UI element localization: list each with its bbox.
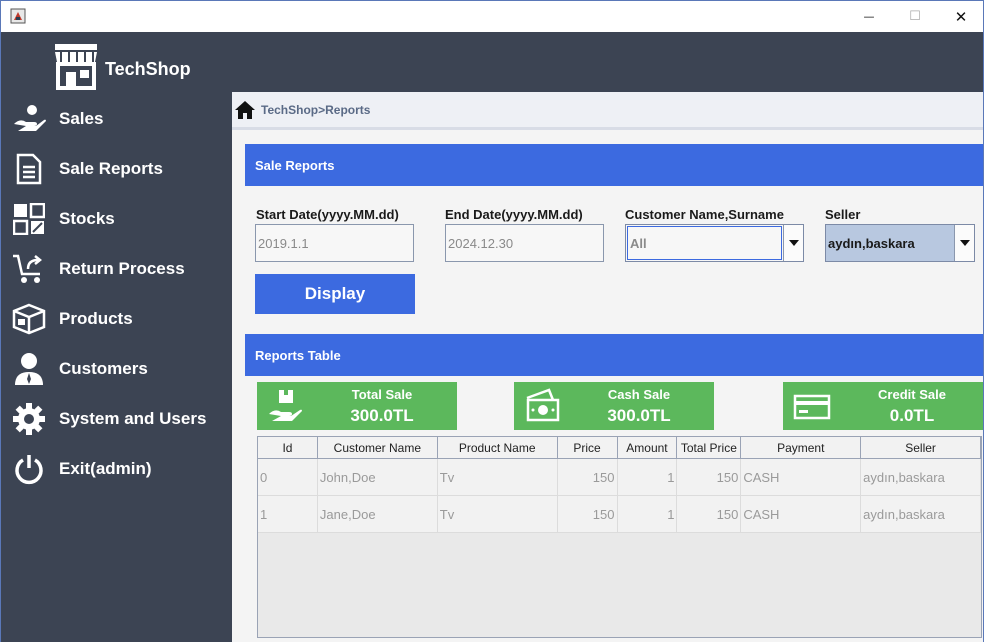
sidebar-item-exit[interactable]: Exit(admin) [11,449,226,489]
column-header-product-name[interactable]: Product Name [437,437,558,459]
breadcrumb: TechShop>Reports [232,92,983,130]
cell-seller: aydın,baskara [861,459,981,496]
home-icon[interactable] [234,99,256,121]
column-header-payment[interactable]: Payment [741,437,862,459]
cash-icon [526,388,560,422]
seller-select[interactable]: aydın,baskara [825,224,975,262]
cash-sale-title: Cash Sale [607,387,671,402]
seller-select-value: aydın,baskara [826,225,954,261]
customer-select[interactable]: All [625,224,804,262]
start-date-label: Start Date(yyyy.MM.dd) [256,207,399,222]
credit-sale-title: Credit Sale [878,387,946,402]
credit-sale-card: Credit Sale 0.0TL [783,382,983,430]
seller-dropdown-button[interactable] [954,225,974,261]
customer-label: Customer Name,Surname [625,207,784,222]
minimize-icon: — [863,10,875,23]
breadcrumb-text[interactable]: TechShop>Reports [261,103,370,117]
grid-boxes-icon [11,201,47,237]
table-row[interactable]: 0 John,Doe Tv 150 1 150 CASH aydın,baska… [258,459,981,496]
table-header-row: Id Customer Name Product Name Price Amou… [258,437,981,459]
java-app-icon [10,8,26,24]
store-icon [55,44,97,90]
sidebar-item-label: Return Process [59,259,185,278]
start-date-field[interactable]: 2019.1.1 [255,224,414,262]
sidebar-item-sales[interactable]: Sales [11,99,226,139]
end-date-field[interactable]: 2024.12.30 [445,224,604,262]
cell-id: 1 [258,496,318,533]
cell-total-price: 150 [677,496,742,533]
maximize-button[interactable]: ☐ [892,1,938,32]
credit-sale-value: 0.0TL [889,406,935,425]
close-icon: ✕ [954,7,968,26]
main-content: TechShop>Reports Sale Reports Start Date… [232,92,983,642]
brand: TechShop [53,42,191,90]
document-icon [11,151,47,187]
cell-customer-name: Jane,Doe [317,496,438,533]
sidebar-item-sale-reports[interactable]: Sale Reports [11,149,226,189]
cart-return-icon [11,251,47,287]
sidebar: TechShop Sales Sale Reports Stocks Retur… [1,32,232,642]
cell-amount: 1 [617,496,678,533]
cell-price: 150 [557,496,618,533]
brand-name: TechShop [105,58,191,79]
sidebar-item-stocks[interactable]: Stocks [11,199,226,239]
reports-table[interactable]: Id Customer Name Product Name Price Amou… [257,436,982,638]
column-header-customer-name[interactable]: Customer Name [317,437,438,459]
power-icon [11,451,47,487]
sidebar-item-customers[interactable]: Customers [11,349,226,389]
column-header-price[interactable]: Price [557,437,618,459]
sidebar-item-system-and-users[interactable]: System and Users [11,399,226,439]
chevron-down-icon [788,240,799,246]
sidebar-item-products[interactable]: Products [11,299,226,339]
cell-total-price: 150 [677,459,742,496]
cell-customer-name: John,Doe [317,459,438,496]
cell-payment: CASH [741,459,862,496]
column-header-id[interactable]: Id [258,437,318,459]
close-button[interactable]: ✕ [938,1,984,32]
sale-reports-header: Sale Reports [245,144,983,186]
sidebar-item-label: Products [59,309,133,328]
column-header-amount[interactable]: Amount [617,437,678,459]
cell-id: 0 [258,459,318,496]
end-date-label: End Date(yyyy.MM.dd) [445,207,583,222]
column-header-total-price[interactable]: Total Price [677,437,742,459]
cell-product-name: Tv [437,459,558,496]
cash-sale-value: 300.0TL [607,406,671,425]
cell-payment: CASH [741,496,862,533]
sidebar-item-label: Exit(admin) [59,459,152,478]
cell-product-name: Tv [437,496,558,533]
minimize-button[interactable]: — [846,1,892,32]
top-strip [232,32,983,92]
person-icon [11,351,47,387]
display-button[interactable]: Display [255,274,415,314]
chevron-down-icon [959,240,970,246]
sidebar-item-label: Sales [59,109,104,128]
sidebar-item-label: Sale Reports [59,159,163,178]
box-icon [11,301,47,337]
sidebar-item-label: System and Users [59,409,207,428]
cell-price: 150 [557,459,618,496]
sidebar-item-label: Stocks [59,209,115,228]
title-bar: — ☐ ✕ [1,1,983,32]
total-sale-value: 300.0TL [350,406,414,425]
sidebar-item-return-process[interactable]: Return Process [11,249,226,289]
sidebar-item-label: Customers [59,359,148,378]
hand-coin-icon [11,101,47,137]
cash-sale-card: Cash Sale 300.0TL [514,382,714,430]
cell-amount: 1 [617,459,678,496]
credit-card-icon [793,394,831,420]
seller-label: Seller [825,207,861,222]
column-header-seller[interactable]: Seller [861,437,981,459]
cell-seller: aydın,baskara [861,496,981,533]
hand-box-icon [269,390,302,421]
maximize-icon: ☐ [909,9,921,24]
customer-select-value: All [627,226,782,260]
total-sale-card: Total Sale 300.0TL [257,382,457,430]
app-window: — ☐ ✕ TechShop Sales Sale Reports Stocks… [0,0,984,642]
total-sale-title: Total Sale [351,387,413,402]
table-row[interactable]: 1 Jane,Doe Tv 150 1 150 CASH aydın,baska… [258,496,981,533]
reports-table-header: Reports Table [245,334,983,376]
gear-icon [11,401,47,437]
customer-dropdown-button[interactable] [783,225,803,261]
